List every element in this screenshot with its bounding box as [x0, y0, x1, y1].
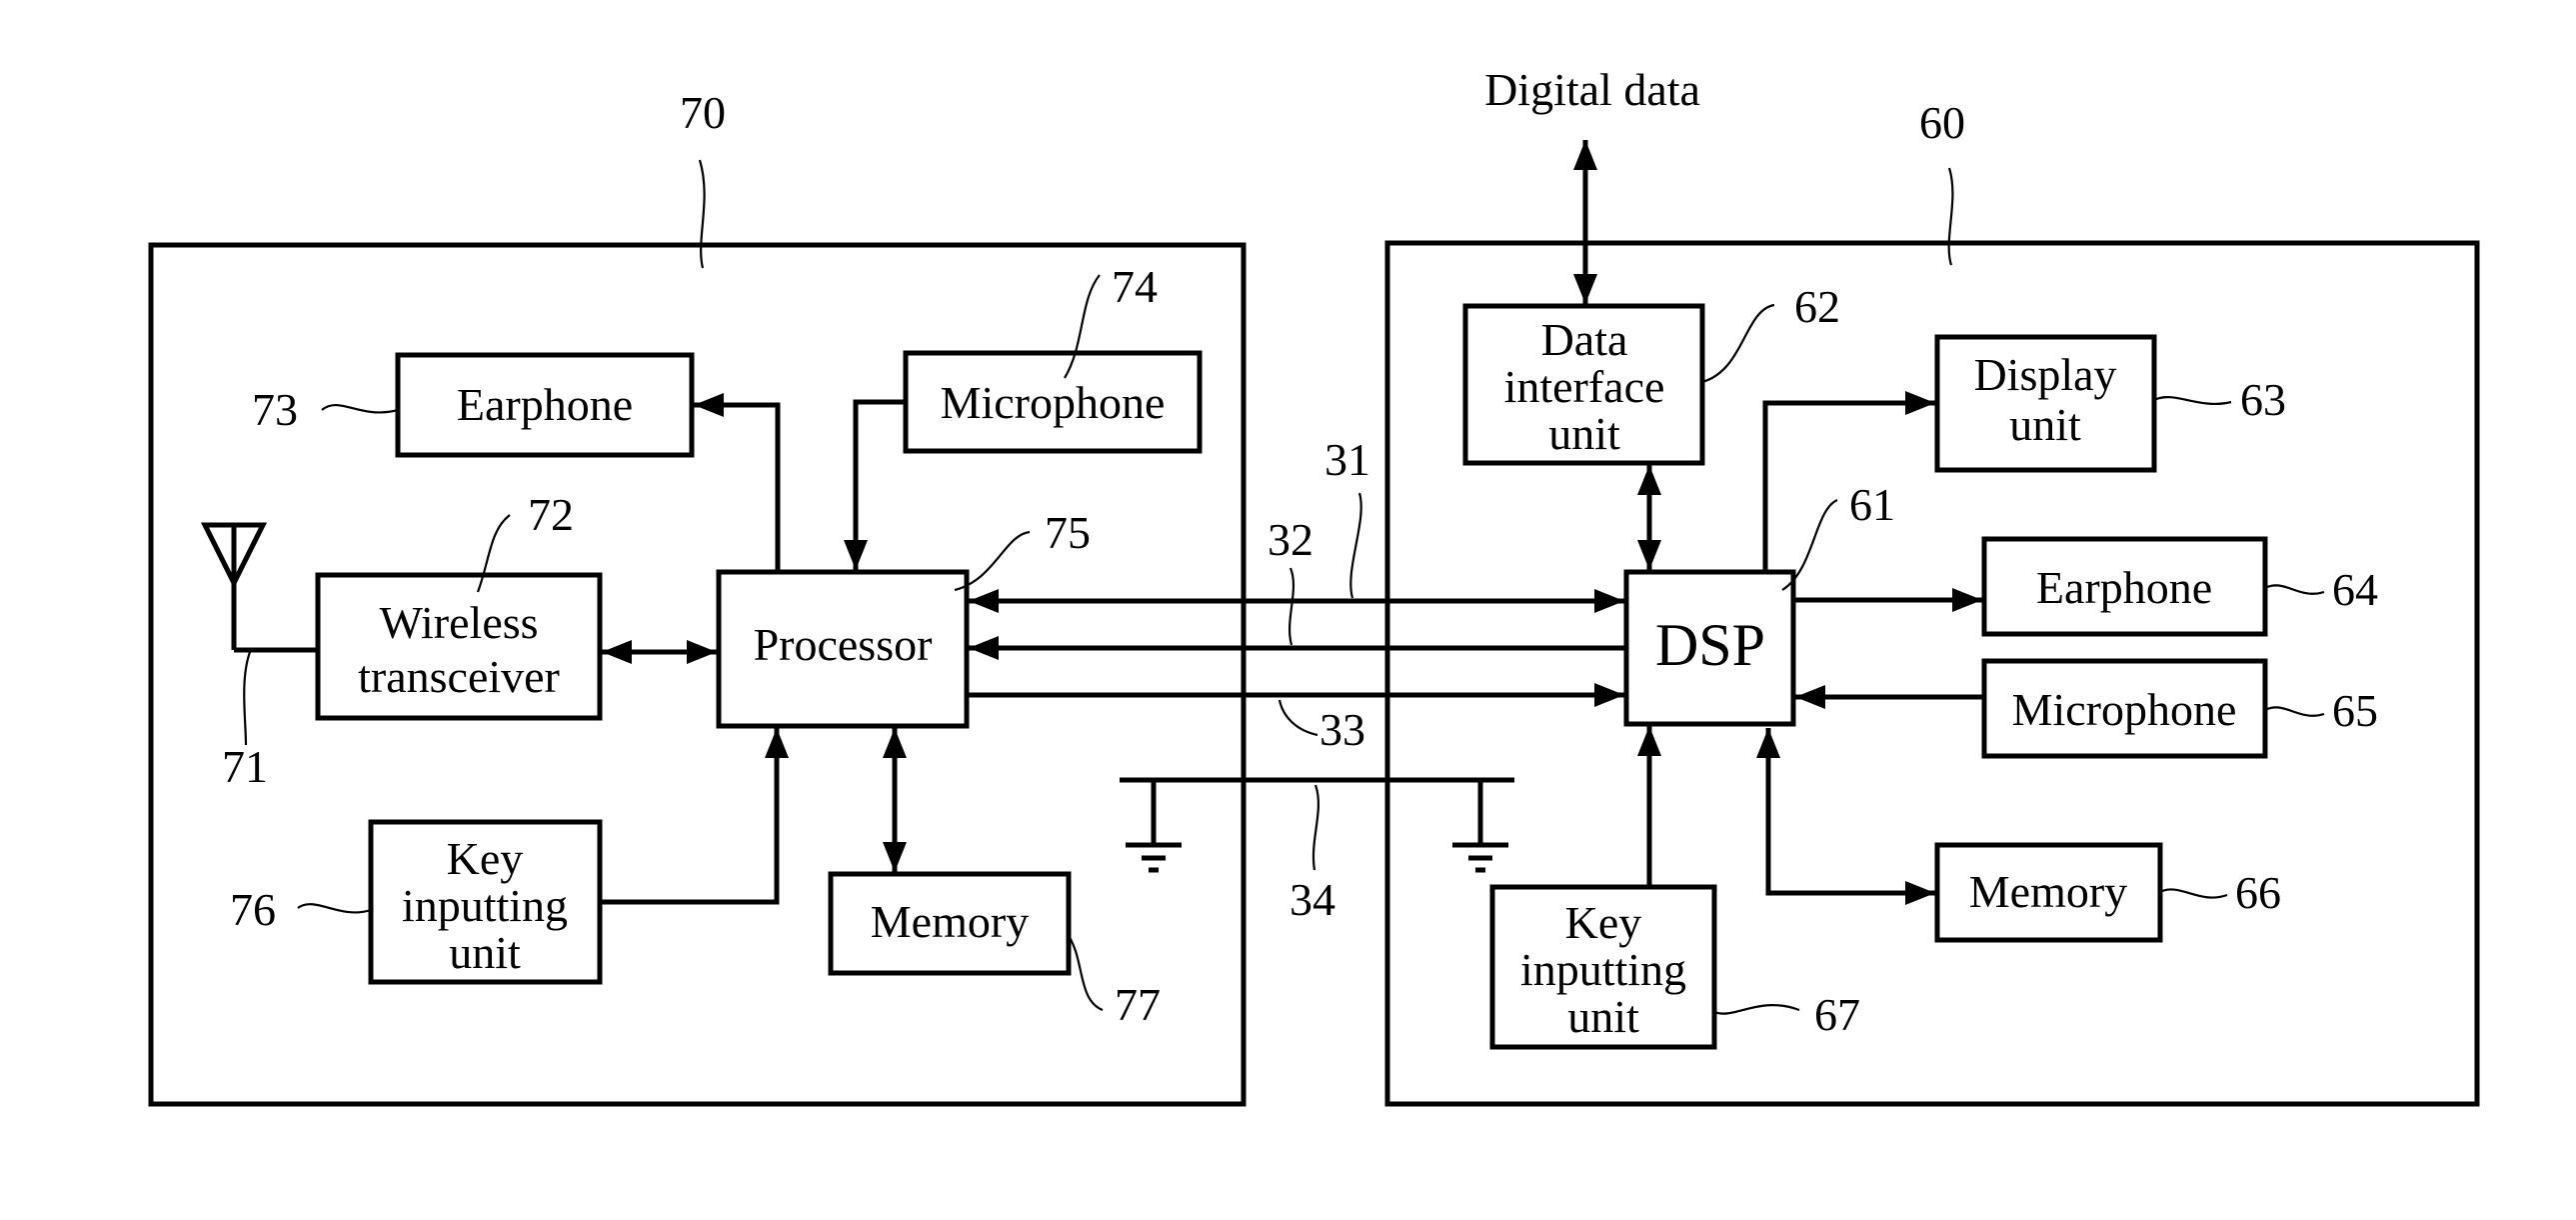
ref-72: 72 — [528, 489, 574, 540]
ref-31: 31 — [1324, 434, 1370, 485]
leader-76 — [297, 903, 372, 914]
leader-63 — [2153, 396, 2232, 406]
ref-71: 71 — [222, 741, 268, 792]
leader-33 — [1278, 699, 1318, 737]
wireless-label-line2: transceiver — [358, 651, 560, 702]
leader-31 — [1349, 492, 1362, 599]
microphone-label-74: Microphone — [941, 377, 1166, 428]
ref-32: 32 — [1268, 514, 1313, 565]
ref-60: 60 — [1919, 97, 1965, 148]
ref-76: 76 — [230, 884, 276, 935]
leader-77 — [1068, 935, 1104, 1012]
leader-32 — [1288, 567, 1294, 646]
key-label-line3-67: unit — [1567, 991, 1639, 1042]
key-to-processor-wire — [600, 728, 789, 905]
microphone-to-processor-wire — [844, 399, 906, 570]
processor-label: Processor — [754, 619, 933, 670]
key-label-line2-67: inputting — [1520, 944, 1686, 995]
leader-66 — [2159, 888, 2228, 899]
ref-62: 62 — [1794, 281, 1840, 332]
block-diagram: 70 60 Earphone 73 Microphone 74 Wireless… — [148, 64, 2480, 1107]
leader-34 — [1311, 784, 1319, 871]
ref-74: 74 — [1112, 261, 1158, 312]
dsp-memory-wire — [1756, 728, 1935, 905]
leader-64 — [2264, 584, 2325, 595]
display-line2: unit — [2009, 399, 2081, 450]
dsp-label: DSP — [1655, 612, 1765, 678]
ref-34: 34 — [1289, 874, 1335, 925]
processor-to-earphone-wire — [694, 393, 781, 572]
memory-label-66: Memory — [1969, 866, 2127, 917]
key-label-line1-76: Key — [447, 833, 524, 884]
ref-33: 33 — [1319, 704, 1365, 755]
ref-65: 65 — [2332, 685, 2378, 736]
data-iface-line3: unit — [1548, 408, 1620, 459]
display-line1: Display — [1973, 349, 2116, 400]
leader-70 — [698, 159, 706, 269]
antenna-icon — [200, 522, 318, 653]
leader-65 — [2264, 706, 2325, 717]
digital-data-label: Digital data — [1484, 64, 1700, 115]
ref-63: 63 — [2240, 374, 2286, 425]
leader-73 — [321, 404, 399, 414]
microphone-label-65: Microphone — [2012, 684, 2237, 735]
ref-73: 73 — [252, 384, 298, 435]
leader-71 — [243, 651, 252, 746]
data-iface-line2: interface — [1504, 361, 1665, 412]
ref-67: 67 — [1814, 989, 1860, 1040]
memory-label-77: Memory — [871, 896, 1029, 947]
ref-75: 75 — [1045, 507, 1091, 558]
ref-61: 61 — [1849, 479, 1895, 530]
data-iface-line1: Data — [1541, 314, 1628, 365]
key-label-line1-67: Key — [1565, 897, 1642, 948]
ref-77: 77 — [1115, 979, 1161, 1030]
wireless-label-line1: Wireless — [379, 597, 538, 648]
ref-66: 66 — [2235, 867, 2281, 918]
ref-64: 64 — [2332, 564, 2378, 615]
leader-67 — [1713, 1004, 1800, 1015]
leader-62 — [1701, 303, 1775, 384]
earphone-label-64: Earphone — [2036, 562, 2212, 613]
ref-70: 70 — [680, 87, 726, 138]
leader-60 — [1947, 167, 1954, 266]
earphone-label-73: Earphone — [457, 379, 633, 430]
key-label-line2-76: inputting — [402, 880, 568, 931]
key-label-line3-76: unit — [449, 927, 521, 978]
